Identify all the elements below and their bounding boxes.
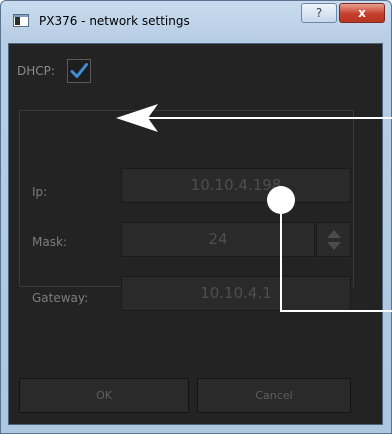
chevron-up-icon[interactable] — [327, 230, 341, 238]
mask-input[interactable]: 24 — [121, 222, 315, 257]
window-icon — [13, 14, 29, 27]
question-icon: ? — [315, 6, 323, 20]
checkmark-icon — [70, 63, 88, 78]
gateway-label: Gateway: — [32, 291, 89, 305]
chevron-down-icon[interactable] — [327, 242, 341, 250]
ok-button[interactable]: OK — [19, 378, 189, 413]
mask-label: Mask: — [32, 235, 67, 249]
mask-spinner[interactable] — [316, 222, 351, 257]
close-button[interactable]: x — [339, 3, 385, 23]
gateway-input[interactable]: 10.10.4.1 — [121, 276, 351, 311]
dhcp-checkbox[interactable] — [67, 59, 91, 83]
close-icon: x — [358, 6, 366, 20]
title-bar[interactable]: PX376 - network settings ? x — [1, 1, 391, 43]
cancel-button[interactable]: Cancel — [197, 378, 351, 413]
ip-label: Ip: — [32, 185, 48, 199]
dhcp-label: DHCP: — [17, 64, 55, 78]
ip-input[interactable]: 10.10.4.198 — [121, 168, 351, 203]
help-button[interactable]: ? — [301, 3, 337, 23]
window-title: PX376 - network settings — [39, 14, 190, 28]
